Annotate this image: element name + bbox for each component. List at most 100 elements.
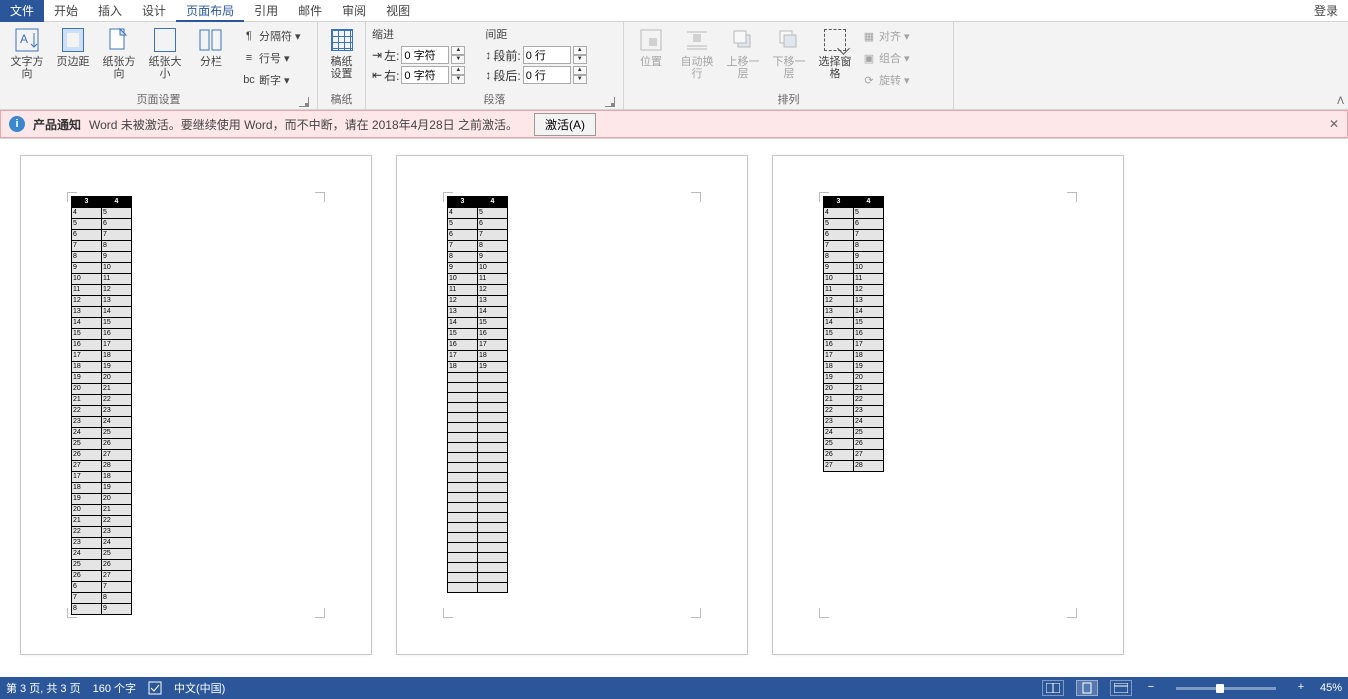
proofing-icon[interactable] bbox=[148, 681, 162, 695]
data-table[interactable]: 3445566778899101011111212131314141515161… bbox=[447, 196, 508, 593]
spacing-after-icon: ↕ bbox=[485, 68, 491, 82]
read-mode-icon[interactable] bbox=[1042, 680, 1064, 696]
table-header: 4 bbox=[102, 197, 132, 208]
margin-corner bbox=[443, 192, 453, 202]
table-row bbox=[448, 473, 508, 483]
orientation-button[interactable]: 纸张方向 bbox=[98, 24, 140, 80]
text-direction-button[interactable]: A文字方向 bbox=[6, 24, 48, 80]
table-row: 910 bbox=[448, 263, 508, 274]
zoom-level[interactable]: 45% bbox=[1320, 682, 1342, 694]
table-row: 1213 bbox=[72, 296, 132, 307]
tab-6[interactable]: 审阅 bbox=[332, 0, 376, 22]
table-row: 2526 bbox=[72, 560, 132, 571]
tab-5[interactable]: 邮件 bbox=[288, 0, 332, 22]
margin-corner bbox=[819, 608, 829, 618]
table-row: 2122 bbox=[72, 395, 132, 406]
language-status[interactable]: 中文(中国) bbox=[174, 680, 225, 696]
activation-notice: i 产品通知 Word 未被激活。要继续使用 Word，而不中断，请在 2018… bbox=[0, 110, 1348, 138]
table-row: 1213 bbox=[448, 296, 508, 307]
stepper-up[interactable]: ▲ bbox=[573, 66, 587, 75]
margin-corner bbox=[67, 608, 77, 618]
print-layout-icon[interactable] bbox=[1076, 680, 1098, 696]
table-row: 45 bbox=[448, 208, 508, 219]
table-row: 78 bbox=[448, 241, 508, 252]
margin-corner bbox=[1067, 608, 1077, 618]
ribbon: A文字方向 页边距 纸张方向 纸张大小 分栏 ¶分隔符 ▾ ≡行号 ▾ bc断字… bbox=[0, 22, 1348, 110]
tab-file[interactable]: 文件 bbox=[0, 0, 44, 22]
tab-2[interactable]: 设计 bbox=[132, 0, 176, 22]
table-row: 89 bbox=[72, 604, 132, 615]
activate-button[interactable]: 激活(A) bbox=[534, 113, 596, 136]
table-row: 2223 bbox=[824, 406, 884, 417]
group-label-manuscript: 稿纸 bbox=[324, 91, 359, 109]
table-row bbox=[448, 393, 508, 403]
notice-title: 产品通知 bbox=[33, 116, 81, 133]
table-row bbox=[448, 543, 508, 553]
ribbon-tabs: 文件 开始插入设计页面布局引用邮件审阅视图 登录 bbox=[0, 0, 1348, 22]
signin-link[interactable]: 登录 bbox=[1304, 2, 1348, 19]
tab-1[interactable]: 插入 bbox=[88, 0, 132, 22]
stepper-down[interactable]: ▼ bbox=[451, 55, 465, 64]
paragraph-launcher-icon[interactable] bbox=[605, 97, 615, 107]
stepper-down[interactable]: ▼ bbox=[573, 55, 587, 64]
table-row: 1819 bbox=[72, 483, 132, 494]
page-number-status[interactable]: 第 3 页, 共 3 页 bbox=[6, 680, 81, 696]
tab-7[interactable]: 视图 bbox=[376, 0, 420, 22]
stepper-down[interactable]: ▼ bbox=[451, 75, 465, 84]
word-count-status[interactable]: 160 个字 bbox=[93, 680, 136, 696]
table-row bbox=[448, 533, 508, 543]
send-backward-button: 下移一层 bbox=[768, 24, 810, 80]
spacing-before-icon: ↕ bbox=[485, 48, 491, 62]
table-row bbox=[448, 403, 508, 413]
document-area[interactable]: 3445566778899101011111212131314141515161… bbox=[0, 138, 1348, 677]
notice-message: Word 未被激活。要继续使用 Word，而不中断，请在 2018年4月28日 … bbox=[89, 116, 518, 133]
spacing-before-input[interactable] bbox=[523, 46, 571, 64]
selection-pane-button[interactable]: 选择窗格 bbox=[814, 24, 856, 80]
web-layout-icon[interactable] bbox=[1110, 680, 1132, 696]
data-table[interactable]: 3445566778899101011111212131314141515161… bbox=[71, 196, 132, 615]
page-1[interactable]: 3445566778899101011111212131314141515161… bbox=[20, 155, 372, 655]
page-setup-launcher-icon[interactable] bbox=[299, 97, 309, 107]
manuscript-button[interactable]: 稿纸 设置 bbox=[324, 24, 359, 80]
page-2[interactable]: 3445566778899101011111212131314141515161… bbox=[396, 155, 748, 655]
size-button[interactable]: 纸张大小 bbox=[144, 24, 186, 80]
table-header: 4 bbox=[854, 197, 884, 208]
table-row: 1011 bbox=[72, 274, 132, 285]
data-table[interactable]: 3445566778899101011111212131314141515161… bbox=[823, 196, 884, 472]
table-row: 67 bbox=[72, 230, 132, 241]
table-row: 1920 bbox=[824, 373, 884, 384]
tab-4[interactable]: 引用 bbox=[244, 0, 288, 22]
zoom-slider[interactable] bbox=[1176, 687, 1276, 690]
table-row: 1011 bbox=[448, 274, 508, 285]
table-row bbox=[448, 433, 508, 443]
bring-forward-button: 上移一层 bbox=[722, 24, 764, 80]
table-row: 1516 bbox=[72, 329, 132, 340]
indent-right-input[interactable] bbox=[401, 66, 449, 84]
stepper-down[interactable]: ▼ bbox=[573, 75, 587, 84]
hyphenation-button[interactable]: bc断字 ▾ bbox=[240, 70, 303, 90]
breaks-button[interactable]: ¶分隔符 ▾ bbox=[240, 26, 303, 46]
spacing-after-input[interactable] bbox=[523, 66, 571, 84]
columns-button[interactable]: 分栏 bbox=[190, 24, 232, 68]
stepper-up[interactable]: ▲ bbox=[451, 46, 465, 55]
position-button: 位置 bbox=[630, 24, 672, 68]
zoom-in-button[interactable]: + bbox=[1294, 681, 1308, 695]
table-row: 1617 bbox=[72, 340, 132, 351]
zoom-out-button[interactable]: − bbox=[1144, 681, 1158, 695]
align-button: ▦对齐 ▾ bbox=[860, 26, 912, 46]
table-row: 1112 bbox=[72, 285, 132, 296]
close-icon[interactable]: ✕ bbox=[1329, 117, 1339, 131]
margins-button[interactable]: 页边距 bbox=[52, 24, 94, 68]
stepper-up[interactable]: ▲ bbox=[573, 46, 587, 55]
tab-3[interactable]: 页面布局 bbox=[176, 0, 244, 22]
table-row: 1112 bbox=[448, 285, 508, 296]
indent-header: 缩进 bbox=[372, 26, 465, 42]
tab-0[interactable]: 开始 bbox=[44, 0, 88, 22]
page-3[interactable]: 3445566778899101011111212131314141515161… bbox=[772, 155, 1124, 655]
stepper-up[interactable]: ▲ bbox=[451, 66, 465, 75]
line-numbers-button[interactable]: ≡行号 ▾ bbox=[240, 48, 303, 68]
collapse-ribbon-icon[interactable]: ᐱ bbox=[1337, 96, 1344, 107]
indent-left-input[interactable] bbox=[401, 46, 449, 64]
indent-right-icon: ⇤ bbox=[372, 68, 382, 82]
table-row: 2223 bbox=[72, 406, 132, 417]
